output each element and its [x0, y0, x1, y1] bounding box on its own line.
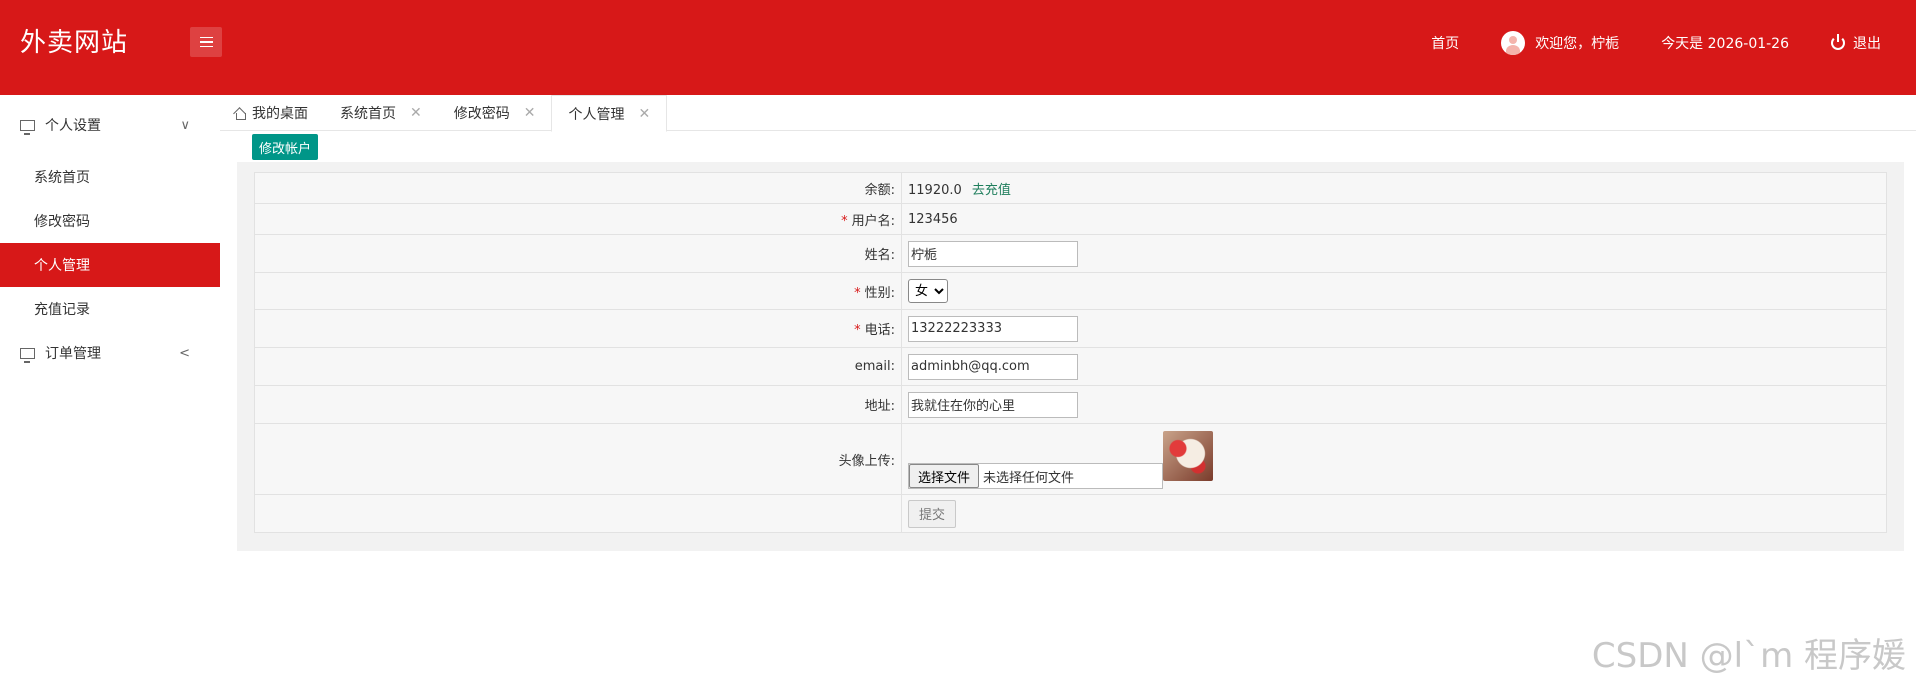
form-row-name: 姓名:: [254, 234, 1887, 273]
tab-label: 修改密码: [453, 106, 510, 122]
sidebar-item-change-password[interactable]: 修改密码: [0, 199, 220, 243]
tab-bar: 我的桌面 系统首页 ✕ 修改密码 ✕ 个人管理 ✕: [220, 95, 1916, 132]
balance-value: 11920.0: [908, 182, 962, 198]
required-mark: *: [854, 323, 861, 338]
phone-input[interactable]: [908, 315, 1078, 342]
home-link[interactable]: 首页: [1431, 33, 1459, 53]
logout-button[interactable]: 退出: [1831, 33, 1881, 53]
tab-label: 系统首页: [340, 106, 396, 122]
site-logo: 外卖网站: [20, 28, 129, 58]
hamburger-icon: [199, 36, 213, 39]
tab-personal-management[interactable]: 个人管理 ✕: [551, 95, 668, 132]
menu-toggle-button[interactable]: [190, 27, 222, 57]
avatar-upload-label: 头像上传:: [254, 423, 902, 495]
logout-label: 退出: [1853, 35, 1881, 52]
email-label: email:: [254, 347, 902, 386]
form-row-gender: * 性别: 女: [254, 272, 1887, 310]
account-form: 余额: 11920.0 去充值 *用户名: 123456 姓名: *性别: 女 …: [254, 172, 1887, 533]
welcome-text: 欢迎您，柠栀: [1535, 35, 1620, 52]
sidebar-group-label: 个人设置: [45, 118, 101, 134]
sidebar-group-label: 订单管理: [45, 346, 101, 362]
sidebar: 个人设置 ∨ 系统首页 修改密码 个人管理 充值记录 订单管理 <: [0, 95, 220, 683]
monitor-icon: [20, 347, 35, 363]
sidebar-item-recharge-records[interactable]: 充值记录: [0, 287, 220, 331]
submit-button[interactable]: 提交: [908, 499, 957, 528]
form-row-balance: 余额: 11920.0 去充值: [254, 172, 1887, 204]
edit-account-button[interactable]: 修改帐户: [252, 134, 319, 160]
tab-change-password[interactable]: 修改密码 ✕: [438, 95, 552, 131]
current-date: 今天是 2026-01-26: [1661, 35, 1789, 52]
watermark-text: CSDN @l`m 程序媛: [1591, 636, 1906, 676]
power-icon: [1831, 33, 1845, 50]
recharge-link[interactable]: 去充值: [972, 183, 1011, 198]
username-value: 123456: [901, 203, 1887, 235]
avatar-thumbnail-image: [1163, 431, 1213, 481]
tab-my-desktop[interactable]: 我的桌面: [220, 95, 324, 131]
gender-select[interactable]: 女: [908, 279, 948, 303]
home-icon: [234, 107, 246, 120]
address-input[interactable]: [908, 391, 1078, 418]
sidebar-group-order-management[interactable]: 订单管理 <: [0, 331, 220, 375]
username-label: 用户名:: [851, 213, 895, 229]
required-mark: *: [841, 213, 848, 229]
avatar-icon: [1501, 30, 1526, 55]
form-row-phone: * 电话:: [254, 309, 1887, 348]
form-row-avatar: 头像上传: 选择文件 未选择任何文件: [254, 423, 1887, 495]
form-row-username: * 用户名: 123456: [254, 203, 1887, 235]
form-row-email: email:: [254, 347, 1887, 386]
close-icon[interactable]: ✕: [524, 105, 536, 121]
chevron-down-icon: ∨: [180, 117, 190, 133]
required-mark: *: [854, 285, 861, 301]
file-status: 未选择任何文件: [983, 470, 1075, 486]
avatar-file-input[interactable]: 选择文件 未选择任何文件: [908, 463, 1163, 489]
sidebar-item-system-home[interactable]: 系统首页: [0, 155, 220, 199]
top-header: 外卖网站 首页 欢迎您，柠栀 今天是 2026-01-26 退出: [0, 0, 1916, 95]
name-label: 姓名:: [254, 234, 902, 273]
gender-label: 性别:: [864, 285, 895, 301]
close-icon[interactable]: ✕: [638, 106, 650, 122]
choose-file-button[interactable]: 选择文件: [909, 464, 980, 488]
tab-system-home[interactable]: 系统首页 ✕: [324, 95, 438, 131]
form-row-address: 地址:: [254, 385, 1887, 424]
sidebar-group-personal-settings[interactable]: 个人设置 ∨: [0, 95, 220, 155]
form-row-submit: 提交: [254, 494, 1887, 533]
email-input[interactable]: [908, 353, 1078, 380]
name-input[interactable]: [908, 240, 1078, 267]
sidebar-item-personal-management[interactable]: 个人管理: [0, 243, 220, 287]
phone-label: 电话:: [864, 323, 895, 338]
user-welcome[interactable]: 欢迎您，柠栀: [1501, 30, 1620, 55]
tab-label: 个人管理: [568, 106, 625, 123]
header-right: 首页 欢迎您，柠栀 今天是 2026-01-26 退出: [1389, 0, 1881, 85]
tab-label: 我的桌面: [252, 106, 308, 122]
chevron-left-icon: <: [179, 345, 190, 361]
close-icon[interactable]: ✕: [410, 105, 422, 121]
monitor-icon: [20, 119, 35, 135]
address-label: 地址:: [254, 385, 902, 424]
balance-label: 余额:: [254, 172, 902, 204]
